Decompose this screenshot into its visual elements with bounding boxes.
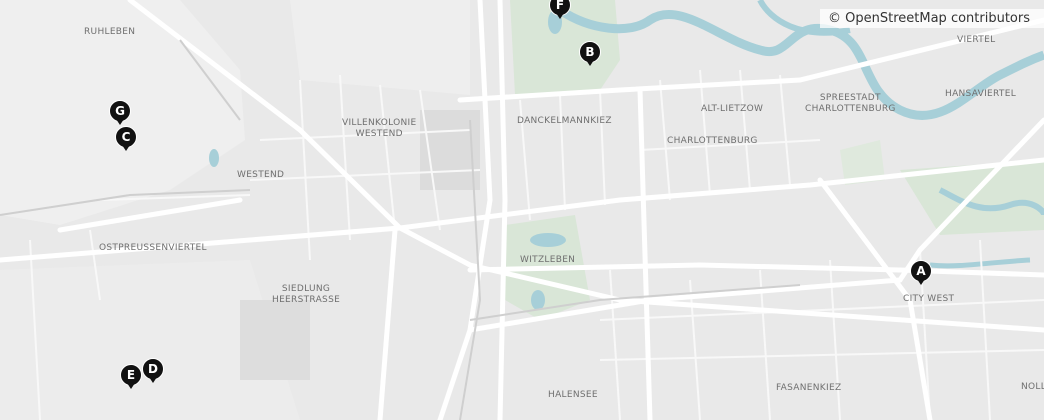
- district-label-fasanenkiez: FASANENKIEZ: [776, 383, 842, 393]
- district-label-ostpreussenviertel: OSTPREUSSENVIERTEL: [99, 243, 207, 253]
- district-label-viertel: VIERTEL: [957, 35, 996, 45]
- marker-letter: B: [585, 45, 595, 59]
- district-label-siedlung-heerstrasse: SIEDLUNG HEERSTRASSE: [272, 284, 341, 305]
- district-label-villenkolonie-westend: VILLENKOLONIE WESTEND: [342, 118, 417, 139]
- district-label-hansaviertel: HANSAVIERTEL: [945, 89, 1017, 99]
- map-marker-g[interactable]: G: [109, 100, 131, 128]
- map-attribution[interactable]: © OpenStreetMap contributors: [820, 9, 1044, 28]
- map-marker-f[interactable]: F: [549, 0, 571, 22]
- map-marker-a[interactable]: A: [910, 260, 932, 288]
- district-label-halensee: HALENSEE: [548, 390, 598, 400]
- map-marker-e[interactable]: E: [120, 364, 142, 392]
- map-view[interactable]: RUHLEBEN VILLENKOLONIE WESTEND WESTEND O…: [0, 0, 1044, 420]
- district-label-witzleben: WITZLEBEN: [520, 255, 576, 265]
- district-label-danckelmannkiez: DANCKELMANNKIEZ: [517, 116, 612, 126]
- district-label-noll: NOLL: [1021, 382, 1044, 392]
- marker-letter: F: [555, 0, 565, 12]
- district-label-alt-lietzow: ALT-LIETZOW: [701, 104, 764, 114]
- marker-letter: D: [148, 362, 158, 376]
- map-marker-c[interactable]: C: [115, 126, 137, 154]
- map-marker-b[interactable]: B: [579, 41, 601, 69]
- marker-letter: C: [121, 130, 131, 144]
- marker-letter: E: [126, 368, 136, 382]
- district-label-ruhleben: RUHLEBEN: [84, 27, 136, 37]
- district-label-westend: WESTEND: [237, 170, 285, 180]
- district-label-spreestadt-charlottenburg: SPREESTADT CHARLOTTENBURG: [805, 93, 896, 114]
- map-base: [0, 0, 1044, 420]
- district-label-charlottenburg: CHARLOTTENBURG: [667, 136, 758, 146]
- district-label-city-west: CITY WEST: [903, 294, 955, 304]
- marker-letter: G: [115, 104, 125, 118]
- marker-letter: A: [916, 264, 926, 278]
- map-marker-d[interactable]: D: [142, 358, 164, 386]
